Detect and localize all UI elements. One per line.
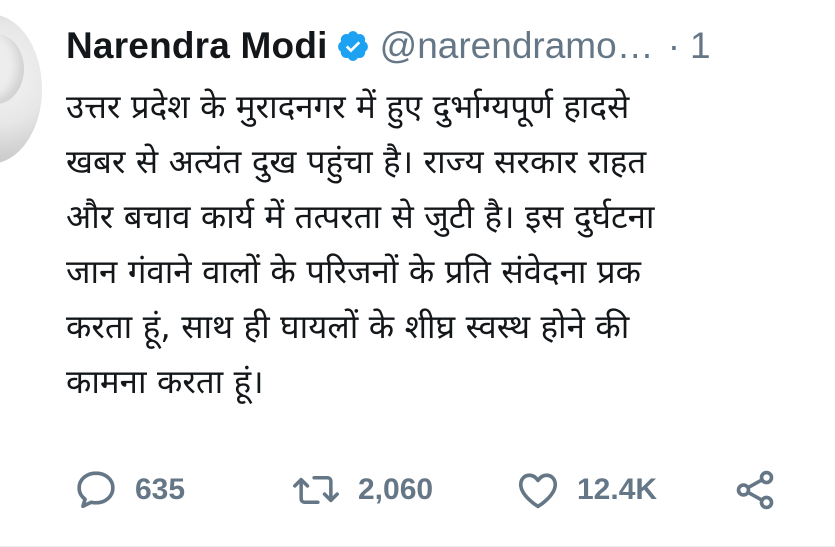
header-separator: · <box>667 25 681 66</box>
tweet-actions-bar: 635 2,060 12.4K <box>0 462 835 518</box>
like-heart-icon <box>515 467 561 513</box>
tweet-text: उत्तर प्रदेश के मुरादनगर में हुए दुर्भाग… <box>66 79 835 409</box>
tweet-text-line: और बचाव कार्य में तत्परता से जुटी है। इस… <box>66 197 655 236</box>
avatar-hair <box>0 34 24 104</box>
share-icon <box>732 467 778 513</box>
tweet-text-line: जान गंवाने वालों के परिजनों के प्रति संव… <box>66 252 641 291</box>
tweet-text-line: कामना करता हूं। <box>66 362 264 401</box>
verified-badge-icon <box>336 29 370 63</box>
tweet-header: Narendra Modi @narendramo… · 1 <box>66 22 711 70</box>
like-button[interactable]: 12.4K <box>515 462 657 518</box>
author-name[interactable]: Narendra Modi <box>66 25 328 67</box>
tweet-text-line: खबर से अत्यंत दुख पहुंचा है। राज्य सरकार… <box>66 142 647 181</box>
reply-icon <box>73 467 119 513</box>
tweet-text-line: करता हूं, साथ ही घायलों के शीघ्र स्वस्थ … <box>66 307 630 346</box>
tweet-card[interactable]: Narendra Modi @narendramo… · 1 उत्तर प्र… <box>0 0 835 547</box>
reply-button[interactable]: 635 <box>73 462 185 518</box>
avatar[interactable] <box>0 14 42 164</box>
author-handle[interactable]: @narendramo… <box>380 25 654 67</box>
reply-count: 635 <box>135 473 186 506</box>
retweet-button[interactable]: 2,060 <box>290 462 433 518</box>
tweet-text-line: उत्तर प्रदेश के मुरादनगर में हुए दुर्भाग… <box>66 87 630 126</box>
like-count: 12.4K <box>577 473 658 506</box>
tweet-timestamp[interactable]: 1 <box>690 25 711 67</box>
share-button[interactable] <box>732 462 778 518</box>
retweet-count: 2,060 <box>358 473 434 506</box>
retweet-icon <box>290 467 342 513</box>
